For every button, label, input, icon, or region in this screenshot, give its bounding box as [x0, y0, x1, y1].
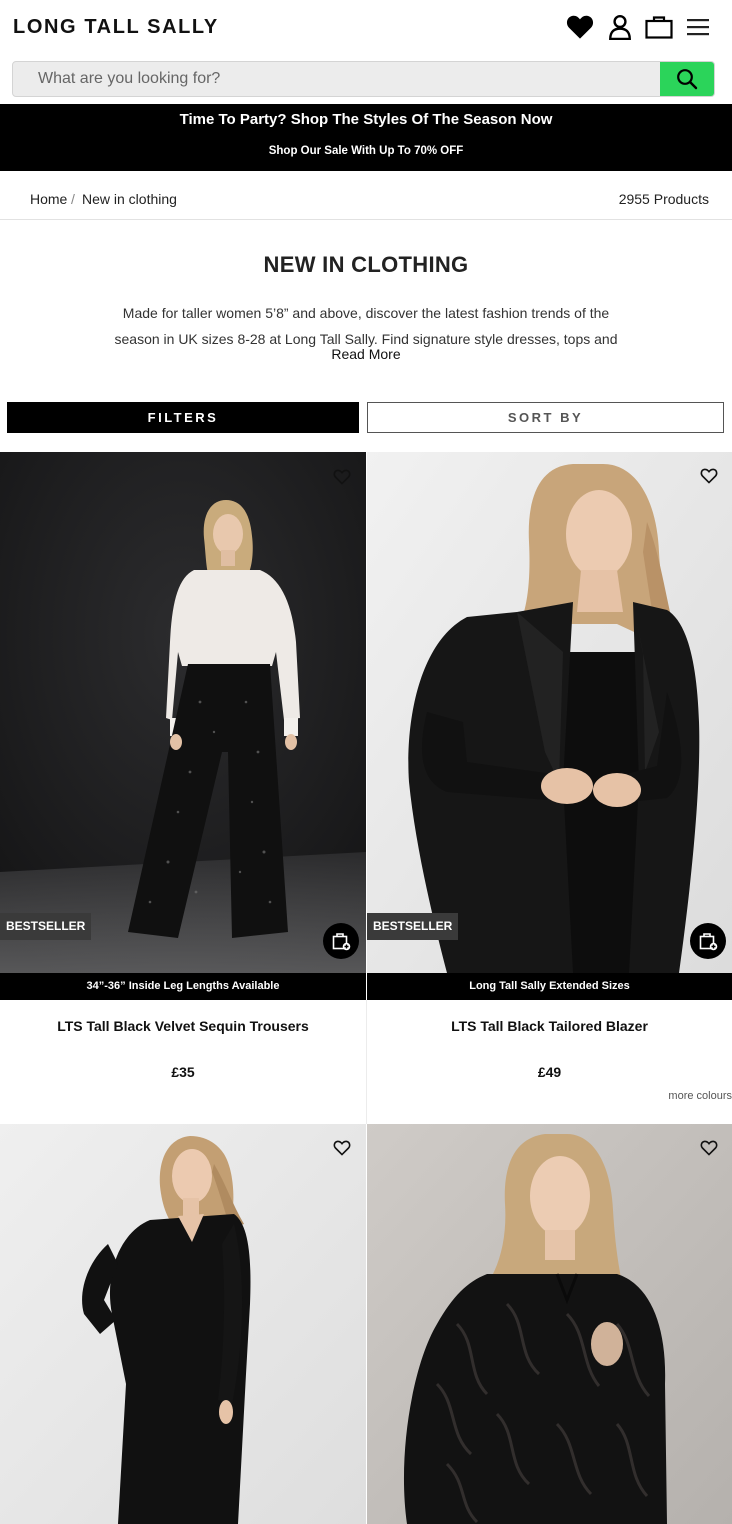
product-card	[0, 1124, 366, 1524]
product-image[interactable]	[0, 452, 366, 973]
read-more-link[interactable]: Read More	[0, 346, 732, 362]
page-title: NEW IN CLOTHING	[263, 252, 469, 277]
product-card: BESTSELLER 34”-36” Inside Leg Lengths Av…	[0, 452, 366, 1124]
promo-headline: Time To Party? Shop The Styles Of The Se…	[179, 111, 553, 128]
breadcrumb-current: New in clothing	[82, 191, 177, 207]
breadcrumb: Home / New in clothing 2955 Products	[0, 171, 732, 220]
search-button[interactable]	[660, 62, 714, 96]
site-logo[interactable]: LONG TALL SALLY	[13, 16, 219, 39]
quick-add-bag-icon[interactable]	[690, 923, 726, 959]
product-price: £49	[537, 1064, 562, 1080]
wishlist-heart-icon[interactable]	[697, 1136, 721, 1160]
product-image[interactable]	[367, 1124, 732, 1524]
product-count: 2955 Products	[618, 191, 709, 207]
promo-subline: Shop Our Sale With Up To 70% OFF	[268, 145, 464, 157]
search-icon	[677, 69, 698, 90]
product-image[interactable]	[367, 452, 732, 973]
product-image[interactable]	[0, 1124, 366, 1524]
sort-by-button[interactable]: SORT BY	[367, 402, 724, 433]
breadcrumb-separator: /	[71, 191, 75, 207]
wishlist-heart-icon[interactable]	[330, 1136, 354, 1160]
product-price: £35	[171, 1064, 195, 1080]
wishlist-heart-icon[interactable]	[697, 464, 721, 488]
more-colours-link[interactable]: more colours	[668, 1090, 732, 1102]
wishlist-heart-icon[interactable]	[565, 12, 595, 42]
product-name[interactable]: LTS Tall Black Tailored Blazer	[367, 1018, 732, 1034]
breadcrumb-home-link[interactable]: Home	[30, 191, 67, 207]
product-feature-strip: Long Tall Sally Extended Sizes	[367, 973, 732, 1000]
product-card: BESTSELLER Long Tall Sally Extended Size…	[367, 452, 732, 1124]
promo-banner[interactable]: Time To Party? Shop The Styles Of The Se…	[0, 104, 732, 171]
search-input[interactable]	[13, 62, 661, 96]
bestseller-badge: BESTSELLER	[0, 913, 92, 940]
bestseller-badge: BESTSELLER	[367, 913, 459, 940]
filters-button[interactable]: FILTERS	[7, 402, 359, 433]
menu-hamburger-icon[interactable]	[683, 12, 713, 42]
product-name[interactable]: LTS Tall Black Velvet Sequin Trousers	[0, 1018, 366, 1034]
site-header: LONG TALL SALLY	[0, 0, 732, 58]
wishlist-heart-icon[interactable]	[330, 465, 354, 489]
quick-add-bag-icon[interactable]	[323, 923, 359, 959]
product-feature-strip: 34”-36” Inside Leg Lengths Available	[0, 973, 366, 1000]
product-card	[367, 1124, 732, 1524]
category-description: Made for taller women 5’8” and above, di…	[114, 305, 618, 347]
search-bar	[12, 61, 715, 97]
account-user-icon[interactable]	[605, 12, 635, 42]
shopping-bag-icon[interactable]	[644, 12, 674, 42]
